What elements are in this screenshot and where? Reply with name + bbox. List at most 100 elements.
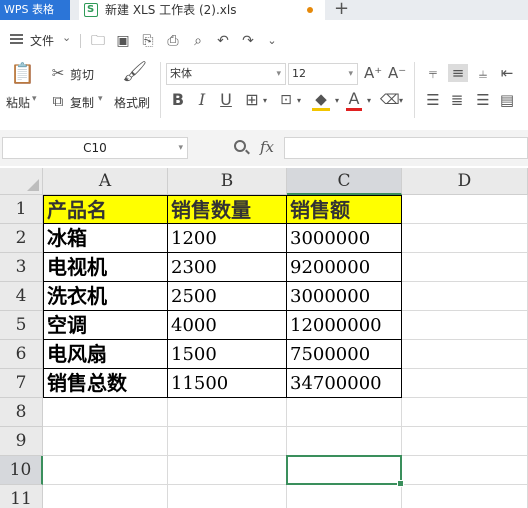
table-header-cell[interactable]: 销售数量: [168, 195, 287, 224]
font-color-dropdown-icon[interactable]: ▾: [364, 92, 374, 110]
format-painter-icon[interactable]: 🖌: [122, 61, 147, 81]
hamburger-menu-icon[interactable]: [10, 34, 23, 44]
fill-color-dropdown-icon[interactable]: ▾: [332, 92, 342, 110]
paste-dropdown-icon[interactable]: ▾: [32, 94, 37, 104]
row-header-4[interactable]: 4: [0, 282, 43, 311]
increase-font-size-icon[interactable]: A⁺: [364, 64, 382, 82]
row-header-3[interactable]: 3: [0, 253, 43, 282]
redo-icon[interactable]: ↷: [240, 33, 256, 49]
cell[interactable]: [168, 485, 287, 508]
indent-icon[interactable]: ⇤: [498, 64, 516, 82]
table-label-cell[interactable]: 电风扇: [43, 340, 168, 369]
cell[interactable]: [402, 282, 528, 311]
table-value-cell[interactable]: 4000: [168, 311, 287, 340]
insert-function-button[interactable]: fx: [260, 138, 274, 156]
cell[interactable]: [287, 427, 402, 456]
file-menu-button[interactable]: 文件: [30, 32, 54, 49]
name-box[interactable]: C10 ▾: [2, 137, 188, 159]
font-name-select[interactable]: 宋体 ▾: [166, 63, 286, 85]
cell[interactable]: [43, 427, 168, 456]
decrease-font-size-icon[interactable]: A⁻: [388, 64, 406, 82]
copy-icon[interactable]: ⧉: [50, 92, 66, 110]
align-middle-icon[interactable]: ≡: [448, 64, 468, 82]
cell[interactable]: [402, 311, 528, 340]
table-label-cell[interactable]: 冰箱: [43, 224, 168, 253]
cell[interactable]: [402, 485, 528, 508]
paste-icon[interactable]: 📋: [10, 63, 35, 88]
format-painter-button[interactable]: 格式刷: [114, 94, 150, 111]
align-bottom-icon[interactable]: ⫨: [474, 64, 492, 82]
cell[interactable]: [287, 485, 402, 508]
row-header-8[interactable]: 8: [0, 398, 43, 427]
justify-icon[interactable]: ▤: [498, 91, 516, 109]
copy-dropdown-icon[interactable]: ▾: [98, 94, 103, 104]
table-label-cell[interactable]: 销售总数: [43, 369, 168, 398]
table-value-cell[interactable]: 7500000: [287, 340, 402, 369]
customize-toolbar-icon[interactable]: ⌄: [264, 33, 280, 49]
table-value-cell[interactable]: 3000000: [287, 224, 402, 253]
table-header-cell[interactable]: 销售额: [287, 195, 402, 224]
cell[interactable]: [402, 224, 528, 253]
select-all-corner[interactable]: [0, 168, 43, 195]
row-header-11[interactable]: 11: [0, 485, 43, 508]
cell[interactable]: [287, 398, 402, 427]
document-tab[interactable]: 新建 XLS 工作表 (2).xls: [79, 0, 325, 20]
selected-cell-outline[interactable]: [286, 455, 404, 487]
row-header-1[interactable]: 1: [0, 195, 43, 224]
row-header-2[interactable]: 2: [0, 224, 43, 253]
borders-icon[interactable]: ⊞: [244, 91, 260, 109]
print-preview-icon[interactable]: ⌕: [190, 33, 206, 49]
cell[interactable]: [402, 253, 528, 282]
zoom-icon[interactable]: [234, 140, 246, 152]
cut-button[interactable]: 剪切: [70, 66, 94, 83]
save-icon[interactable]: ▣: [115, 33, 131, 49]
cell[interactable]: [402, 456, 528, 485]
cell[interactable]: [168, 456, 287, 485]
column-header-c[interactable]: C: [287, 168, 402, 195]
row-header-6[interactable]: 6: [0, 340, 43, 369]
chevron-down-icon[interactable]: ⌄: [62, 31, 71, 44]
table-value-cell[interactable]: 9200000: [287, 253, 402, 282]
cell[interactable]: [43, 398, 168, 427]
borders-dropdown-icon[interactable]: ▾: [260, 92, 270, 110]
table-value-cell[interactable]: 1200: [168, 224, 287, 253]
cell[interactable]: [402, 195, 528, 224]
spreadsheet-grid[interactable]: A B C D 1 2 3 4 5 6 7 8 9 10 11 产品名 销售数量 销售额 冰箱 1200 3000000…: [0, 168, 528, 508]
app-tab[interactable]: WPS 表格: [0, 0, 70, 20]
format-painter-small-icon[interactable]: ⎘: [140, 33, 156, 49]
clear-dropdown-icon[interactable]: ▾: [396, 92, 406, 110]
table-value-cell[interactable]: 34700000: [287, 369, 402, 398]
table-label-cell[interactable]: 洗衣机: [43, 282, 168, 311]
cell[interactable]: [43, 485, 168, 508]
table-value-cell[interactable]: 2300: [168, 253, 287, 282]
column-header-d[interactable]: D: [402, 168, 528, 195]
cell[interactable]: [402, 369, 528, 398]
table-value-cell[interactable]: 12000000: [287, 311, 402, 340]
underline-button[interactable]: U: [218, 91, 234, 109]
align-center-icon[interactable]: ≣: [448, 91, 466, 109]
row-header-9[interactable]: 9: [0, 427, 43, 456]
fill-color-icon[interactable]: ◆: [312, 90, 330, 111]
table-header-cell[interactable]: 产品名: [43, 195, 168, 224]
table-label-cell[interactable]: 电视机: [43, 253, 168, 282]
row-header-7[interactable]: 7: [0, 369, 43, 398]
undo-icon[interactable]: ↶: [215, 33, 231, 49]
cell[interactable]: [43, 456, 168, 485]
italic-button[interactable]: I: [194, 91, 210, 109]
align-right-icon[interactable]: ☰: [474, 91, 492, 109]
column-header-a[interactable]: A: [43, 168, 168, 195]
table-label-cell[interactable]: 空调: [43, 311, 168, 340]
align-left-icon[interactable]: ☰: [424, 91, 442, 109]
cell[interactable]: [168, 398, 287, 427]
align-top-icon[interactable]: ⫧: [424, 64, 442, 82]
cell[interactable]: [402, 340, 528, 369]
formula-input[interactable]: [284, 137, 528, 159]
new-tab-button[interactable]: +: [334, 0, 350, 20]
copy-button[interactable]: 复制: [70, 94, 94, 111]
clear-format-icon[interactable]: ⌫: [380, 91, 400, 109]
open-folder-icon[interactable]: 🗀: [90, 33, 106, 49]
scissors-icon[interactable]: ✂: [50, 64, 66, 82]
paste-button[interactable]: 粘贴: [6, 94, 30, 111]
merge-dropdown-icon[interactable]: ▾: [294, 92, 304, 110]
merge-cells-icon[interactable]: ⊡: [278, 91, 294, 109]
